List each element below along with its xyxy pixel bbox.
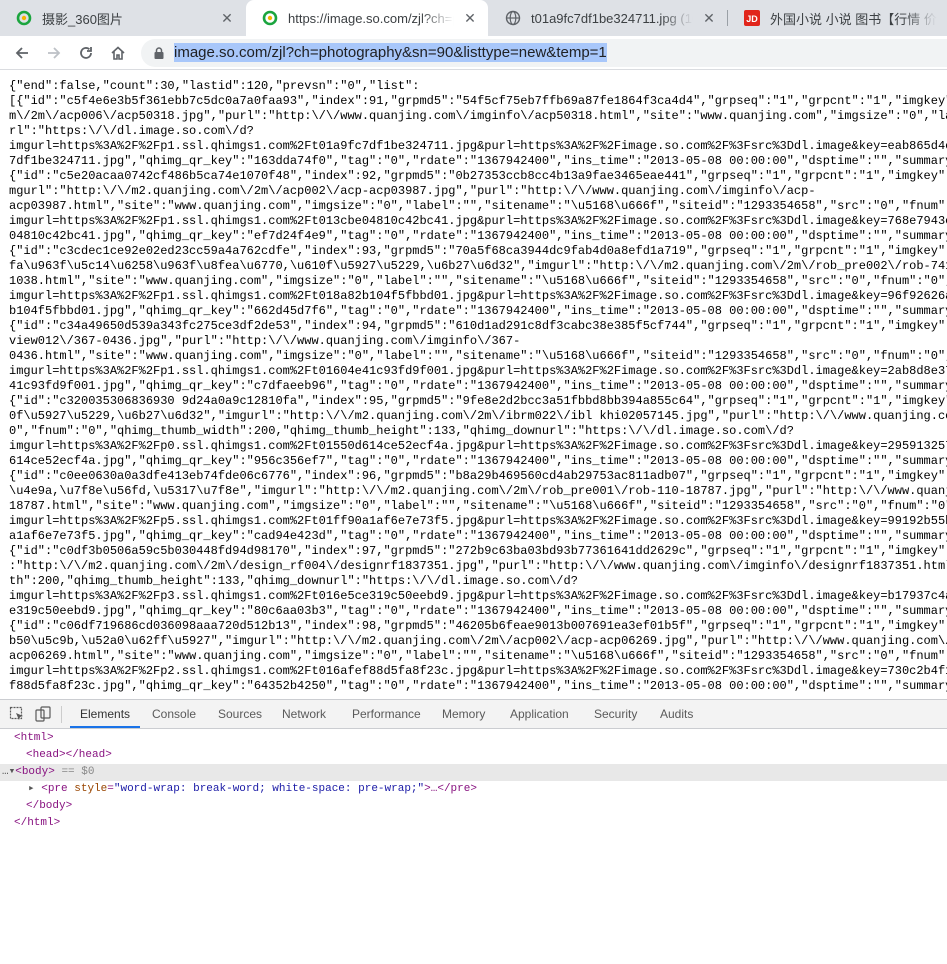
tab-360-photography[interactable]: 摄影_360图片 ✕: [0, 0, 245, 36]
reload-button[interactable]: [72, 39, 100, 67]
tab-jd-books[interactable]: JD 外国小说 小说 图书【行情 价格: [728, 0, 947, 36]
json-line: imgurl=https%3A%2F%2Fp1.ssl.qhimgs1.com%…: [9, 364, 947, 378]
json-line: b104f5fbbd01.jpg","qhimg_qr_key":"662d45…: [9, 304, 947, 318]
json-line: th":200,"qhimg_thumb_height":133,"qhimg_…: [9, 574, 578, 588]
address-bar[interactable]: image.so.com/zjl?ch=photography&sn=90&li…: [141, 39, 947, 67]
lock-icon: [154, 47, 164, 59]
json-line: mgurl":"http:\/\/m2.quanjing.com\/2m\/ac…: [9, 184, 816, 198]
json-line: {"end":false,"count":30,"lastid":120,"pr…: [9, 79, 420, 93]
tab-title: 摄影_360图片: [42, 11, 123, 27]
dom-node-head[interactable]: <head></head>: [0, 747, 947, 764]
toolbar-divider: [61, 706, 62, 723]
json-line: {"id":"c5e20acaa0742cf486b5ca74e1070f48"…: [9, 169, 947, 183]
json-line: {"id":"c0ee0630a0a3dfe413eb74fde06c6776"…: [9, 469, 947, 483]
json-line: imgurl=https%3A%2F%2Fp3.ssl.qhimgs1.com%…: [9, 589, 947, 603]
back-arrow-icon: [15, 47, 28, 59]
json-line: 0","fnum":"0","qhimg_thumb_width":200,"q…: [9, 424, 794, 438]
json-line: rl":"https:\/\/dl.image.so.com\/d?: [9, 124, 254, 138]
inspect-element-icon[interactable]: [9, 706, 25, 722]
home-button[interactable]: [104, 39, 132, 67]
devtools-panel: Elements Console Sources Network Performance…: [0, 699, 947, 964]
devtools-tab-elements[interactable]: Elements: [70, 700, 141, 728]
json-line: imgurl=https%3A%2F%2Fp1.ssl.qhimgs1.com%…: [9, 214, 947, 228]
json-line: 41c93fd9f001.jpg","qhimg_qr_key":"c7dfae…: [9, 379, 947, 393]
elements-tree: <html> <head></head> …▾<body> == $0 ▸ <p…: [0, 730, 947, 832]
json-line: 0f\u5927\u5229,\u6b27\u6d32","imgurl":"h…: [9, 409, 947, 423]
devtools-tab-performance[interactable]: Performance: [342, 700, 431, 728]
tab-title: t01a9fc7df1be324711.jpg (102: [531, 10, 693, 26]
json-line: 7df1be324711.jpg","qhimg_qr_key":"163dda…: [9, 154, 947, 168]
devtools-tab-application[interactable]: Application: [500, 700, 579, 728]
devtools-tab-security[interactable]: Security: [584, 700, 647, 728]
360-logo-icon: [16, 10, 32, 26]
close-icon[interactable]: ✕: [462, 10, 478, 26]
dom-node-html[interactable]: <html>: [0, 730, 947, 747]
json-line: {"id":"c06df719686cd036098aaa720d512b13"…: [9, 619, 947, 633]
json-line: view012\/367-0436.jpg","purl":"http:\/\/…: [9, 334, 521, 348]
tab-image-file[interactable]: t01a9fc7df1be324711.jpg (102 ✕: [489, 0, 727, 36]
tab-strip: 摄影_360图片 ✕ https://image.so.com/zjl?ch=p…: [0, 0, 947, 36]
json-line: acp03987.html","site":"www.quanjing.com"…: [9, 199, 947, 213]
dom-node-body-close: </body>: [26, 800, 73, 812]
tab-image-so-zjl[interactable]: https://image.so.com/zjl?ch=photography …: [246, 0, 488, 36]
json-line: imgurl=https%3A%2F%2Fp1.ssl.qhimgs1.com%…: [9, 289, 947, 303]
url-host: image.so.com: [174, 44, 268, 61]
dom-node-body[interactable]: …▾<body> == $0: [0, 764, 947, 781]
reload-icon: [80, 47, 92, 59]
tab-title: 外国小说 小说 图书【行情 价格: [770, 11, 937, 27]
dom-node-html-close: </html>: [14, 817, 61, 829]
json-line: {"id":"c34a49650d539a343fc275ce3df2de53"…: [9, 319, 947, 333]
json-line: f88d5fa8f23c.jpg","qhimg_qr_key":"64352b…: [9, 679, 947, 693]
globe-icon: [505, 10, 521, 26]
json-line: e319c50eebd9.jpg","qhimg_qr_key":"80c6aa…: [9, 604, 947, 618]
json-response-text: {"end":false,"count":30,"lastid":120,"pr…: [0, 71, 947, 694]
forward-button[interactable]: [40, 39, 68, 67]
json-line: {"id":"c0df3b0506a59c5b030448fd94d98170"…: [9, 544, 947, 558]
close-icon[interactable]: ✕: [219, 10, 235, 26]
devtools-tab-network[interactable]: Network: [272, 700, 336, 728]
triangle-right-icon[interactable]: ▸: [28, 783, 41, 795]
json-line: 18787.html","site":"www.quanjing.com","i…: [9, 499, 947, 513]
json-line: 04810c42bc41.jpg","qhimg_qr_key":"ef7d24…: [9, 229, 947, 243]
json-line: 0436.html","site":"www.quanjing.com","im…: [9, 349, 947, 363]
devtools-tab-audits[interactable]: Audits: [650, 700, 703, 728]
json-line: :"http:\/\/m2.quanjing.com\/2m\/design_r…: [9, 559, 947, 573]
json-line: imgurl=https%3A%2F%2Fp5.ssl.qhimgs1.com%…: [9, 514, 947, 528]
selected-node-marker: == $0: [61, 766, 95, 778]
browser-toolbar: image.so.com/zjl?ch=photography&sn=90&li…: [0, 36, 947, 70]
tab-title: https://image.so.com/zjl?ch=photography: [288, 10, 454, 26]
json-line: \u4e9a,\u7f8e\u56fd,\u5317\u7f8e","imgur…: [9, 484, 947, 498]
json-line: 614ce52ecf4a.jpg","qhimg_qr_key":"956c35…: [9, 454, 947, 468]
device-toolbar-icon[interactable]: [35, 706, 51, 722]
svg-text:JD: JD: [746, 14, 758, 24]
devtools-tab-console[interactable]: Console: [142, 700, 206, 728]
json-line: imgurl=https%3A%2F%2Fp0.ssl.qhimgs1.com%…: [9, 439, 947, 453]
ellipsis-icon: …: [2, 766, 9, 778]
home-icon: [111, 46, 125, 60]
json-line: m\/2m\/acp006\/acp50318.jpg","purl":"htt…: [9, 109, 947, 123]
json-line: acp06269.html","site":"www.quanjing.com"…: [9, 649, 947, 663]
json-line: fa\u963f\u5c14\u6258\u963f\u8fea\u6770,\…: [9, 259, 947, 273]
json-line: a1af6e7e73f5.jpg","qhimg_qr_key":"cad94e…: [9, 529, 947, 543]
back-button[interactable]: [8, 39, 36, 67]
page-content: {"end":false,"count":30,"lastid":120,"pr…: [0, 71, 947, 699]
forward-arrow-icon: [48, 47, 61, 59]
url-path: /zjl?ch=photography&sn=90&listtype=new&t…: [267, 44, 607, 61]
json-line: {"id":"c3cdec1ce92e02ed23cc59a4a762cdfe"…: [9, 244, 947, 258]
json-line: {"id":"c320035306836930 9d24a0a9c12810fa…: [9, 394, 947, 408]
devtools-tab-bar: Elements Console Sources Network Performance…: [0, 700, 947, 729]
json-line: imgurl=https%3A%2F%2Fp2.ssl.qhimgs1.com%…: [9, 664, 947, 678]
json-line: 1038.html","site":"www.quanjing.com","im…: [9, 274, 947, 288]
jd-logo-icon: JD: [744, 10, 760, 26]
json-line: b50\u5c9b,\u52a0\u62ff\u5927","imgurl":"…: [9, 634, 947, 648]
json-line: imgurl=https%3A%2F%2Fp1.ssl.qhimgs1.com%…: [9, 139, 947, 153]
devtools-tab-sources[interactable]: Sources: [208, 700, 272, 728]
json-line: [{"id":"c5f4e6e3b5f361ebb7c5dc0a7a0faa93…: [9, 94, 947, 108]
devtools-tab-memory[interactable]: Memory: [432, 700, 495, 728]
url-text[interactable]: image.so.com/zjl?ch=photography&sn=90&li…: [174, 43, 607, 62]
dom-node-pre[interactable]: ▸ <pre style="word-wrap: break-word; whi…: [0, 781, 947, 798]
close-icon[interactable]: ✕: [701, 10, 717, 26]
360-logo-icon: [262, 10, 278, 26]
